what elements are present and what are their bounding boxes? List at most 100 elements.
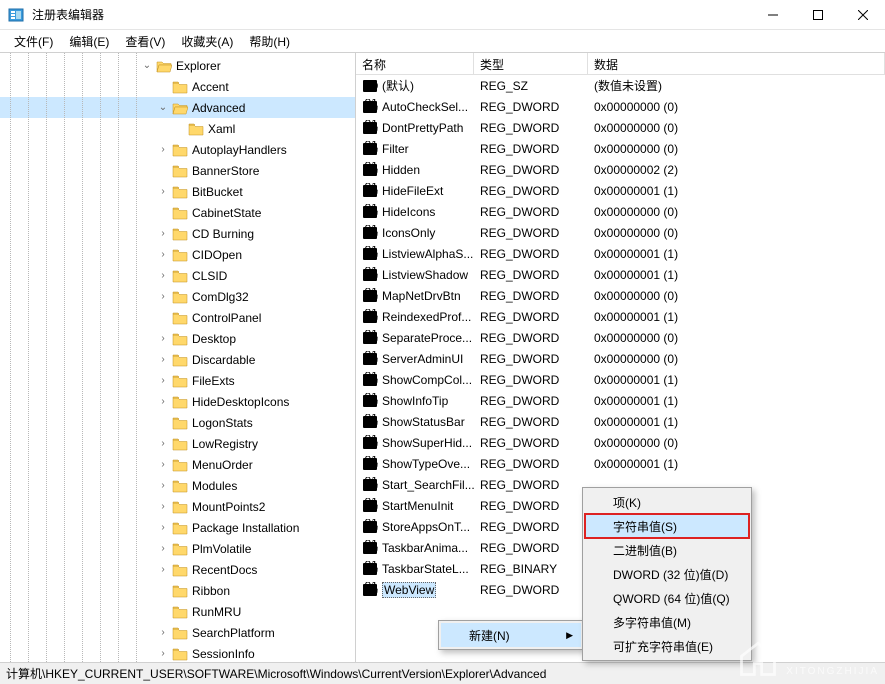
tree-expander-icon[interactable]: › [156, 564, 170, 575]
col-header-data[interactable]: 数据 [588, 53, 885, 74]
value-name: Start_SearchFil... [382, 478, 475, 492]
tree-expander-icon[interactable]: › [156, 480, 170, 491]
tree-scroll[interactable]: ⌄ Explorer Accent ⌄ Advanced Xaml › Auto… [0, 53, 355, 662]
tree-expander-icon[interactable]: › [156, 543, 170, 554]
folder-icon [172, 311, 188, 325]
tree-expander-icon[interactable]: › [156, 354, 170, 365]
list-row[interactable]: ServerAdminUI REG_DWORD 0x00000000 (0) [356, 348, 885, 369]
tree-row[interactable]: › CIDOpen [0, 244, 355, 265]
menu-view[interactable]: 查看(V) [117, 31, 173, 52]
tree-row[interactable]: Xaml [0, 118, 355, 139]
tree-expander-icon[interactable]: ⌄ [140, 60, 154, 71]
tree-expander-icon[interactable]: › [156, 228, 170, 239]
tree-expander-icon[interactable]: › [156, 375, 170, 386]
tree-row[interactable]: CabinetState [0, 202, 355, 223]
list-row[interactable]: ShowStatusBar REG_DWORD 0x00000001 (1) [356, 411, 885, 432]
menu-help[interactable]: 帮助(H) [241, 31, 298, 52]
ctx-new-expandstring[interactable]: 可扩充字符串值(E) [585, 634, 749, 658]
list-row[interactable]: ShowCompCol... REG_DWORD 0x00000001 (1) [356, 369, 885, 390]
maximize-button[interactable] [795, 0, 840, 30]
list-row[interactable]: ShowTypeOve... REG_DWORD 0x00000001 (1) [356, 453, 885, 474]
tree-row[interactable]: › SessionInfo [0, 643, 355, 662]
tree-row[interactable]: › Package Installation [0, 517, 355, 538]
list-row[interactable]: ListviewShadow REG_DWORD 0x00000001 (1) [356, 264, 885, 285]
value-name: ShowSuperHid... [382, 436, 472, 450]
binary-value-icon [362, 477, 378, 493]
list-row[interactable]: ReindexedProf... REG_DWORD 0x00000001 (1… [356, 306, 885, 327]
tree-row[interactable]: › SearchPlatform [0, 622, 355, 643]
tree-expander-icon[interactable]: › [156, 249, 170, 260]
tree-row[interactable]: › HideDesktopIcons [0, 391, 355, 412]
value-name: ReindexedProf... [382, 310, 471, 324]
ctx-new-binary[interactable]: 二进制值(B) [585, 538, 749, 562]
menu-favorites[interactable]: 收藏夹(A) [173, 31, 241, 52]
folder-icon [172, 227, 188, 241]
tree-row[interactable]: LogonStats [0, 412, 355, 433]
list-row[interactable]: Filter REG_DWORD 0x00000000 (0) [356, 138, 885, 159]
value-type: REG_DWORD [476, 331, 590, 345]
tree-expander-icon[interactable]: › [156, 648, 170, 659]
tree-expander-icon[interactable]: › [156, 438, 170, 449]
tree-row[interactable]: › BitBucket [0, 181, 355, 202]
list-row[interactable]: IconsOnly REG_DWORD 0x00000000 (0) [356, 222, 885, 243]
tree-row[interactable]: › RecentDocs [0, 559, 355, 580]
col-header-name[interactable]: 名称 [356, 53, 474, 74]
list-row[interactable]: DontPrettyPath REG_DWORD 0x00000000 (0) [356, 117, 885, 138]
tree-expander-icon[interactable]: › [156, 396, 170, 407]
tree-row-root[interactable]: ⌄ Explorer [0, 55, 355, 76]
tree-row[interactable]: › MountPoints2 [0, 496, 355, 517]
list-row[interactable]: ShowInfoTip REG_DWORD 0x00000001 (1) [356, 390, 885, 411]
tree-row[interactable]: ControlPanel [0, 307, 355, 328]
tree-row[interactable]: › Discardable [0, 349, 355, 370]
ctx-new-dword[interactable]: DWORD (32 位)值(D) [585, 562, 749, 586]
close-button[interactable] [840, 0, 885, 30]
tree-row[interactable]: Ribbon [0, 580, 355, 601]
tree-expander-icon[interactable]: › [156, 627, 170, 638]
tree-expander-icon[interactable]: › [156, 459, 170, 470]
list-row[interactable]: ListviewAlphaS... REG_DWORD 0x00000001 (… [356, 243, 885, 264]
list-row[interactable]: MapNetDrvBtn REG_DWORD 0x00000000 (0) [356, 285, 885, 306]
tree-expander-icon[interactable]: › [156, 522, 170, 533]
tree-row[interactable]: › MenuOrder [0, 454, 355, 475]
list-row[interactable]: (默认) REG_SZ (数值未设置) [356, 75, 885, 96]
ctx-new-qword[interactable]: QWORD (64 位)值(Q) [585, 586, 749, 610]
tree-row[interactable]: › ComDlg32 [0, 286, 355, 307]
tree-row[interactable]: ⌄ Advanced [0, 97, 355, 118]
folder-icon [172, 563, 188, 577]
value-name: SeparateProce... [382, 331, 472, 345]
tree-row[interactable]: › AutoplayHandlers [0, 139, 355, 160]
tree-expander-icon[interactable]: › [156, 186, 170, 197]
tree-row[interactable]: › Desktop [0, 328, 355, 349]
menu-edit[interactable]: 编辑(E) [61, 31, 117, 52]
tree-expander-icon[interactable]: ⌄ [156, 102, 170, 113]
tree-row[interactable]: › PlmVolatile [0, 538, 355, 559]
tree-row[interactable]: BannerStore [0, 160, 355, 181]
tree-row[interactable]: RunMRU [0, 601, 355, 622]
menu-file[interactable]: 文件(F) [6, 31, 61, 52]
ctx-new-multistring[interactable]: 多字符串值(M) [585, 610, 749, 634]
ctx-new-string[interactable]: 字符串值(S) [585, 514, 749, 538]
tree-expander-icon[interactable]: › [156, 501, 170, 512]
tree-row[interactable]: › CLSID [0, 265, 355, 286]
tree-row[interactable]: › FileExts [0, 370, 355, 391]
minimize-button[interactable] [750, 0, 795, 30]
value-data: 0x00000000 (0) [590, 289, 883, 303]
list-row[interactable]: HideIcons REG_DWORD 0x00000000 (0) [356, 201, 885, 222]
list-row[interactable]: Hidden REG_DWORD 0x00000002 (2) [356, 159, 885, 180]
list-row[interactable]: ShowSuperHid... REG_DWORD 0x00000000 (0) [356, 432, 885, 453]
tree-row[interactable]: › Modules [0, 475, 355, 496]
tree-expander-icon[interactable]: › [156, 270, 170, 281]
list-row[interactable]: AutoCheckSel... REG_DWORD 0x00000000 (0) [356, 96, 885, 117]
list-row[interactable]: HideFileExt REG_DWORD 0x00000001 (1) [356, 180, 885, 201]
tree-expander-icon[interactable]: › [156, 291, 170, 302]
list-row[interactable]: SeparateProce... REG_DWORD 0x00000000 (0… [356, 327, 885, 348]
ctx-new-key[interactable]: 项(K) [585, 490, 749, 514]
tree-expander-icon[interactable]: › [156, 333, 170, 344]
ctx-new[interactable]: 新建(N) ▶ [441, 623, 581, 647]
col-header-type[interactable]: 类型 [474, 53, 588, 74]
folder-icon [172, 206, 188, 220]
tree-row[interactable]: › LowRegistry [0, 433, 355, 454]
tree-row[interactable]: Accent [0, 76, 355, 97]
tree-row[interactable]: › CD Burning [0, 223, 355, 244]
tree-expander-icon[interactable]: › [156, 144, 170, 155]
